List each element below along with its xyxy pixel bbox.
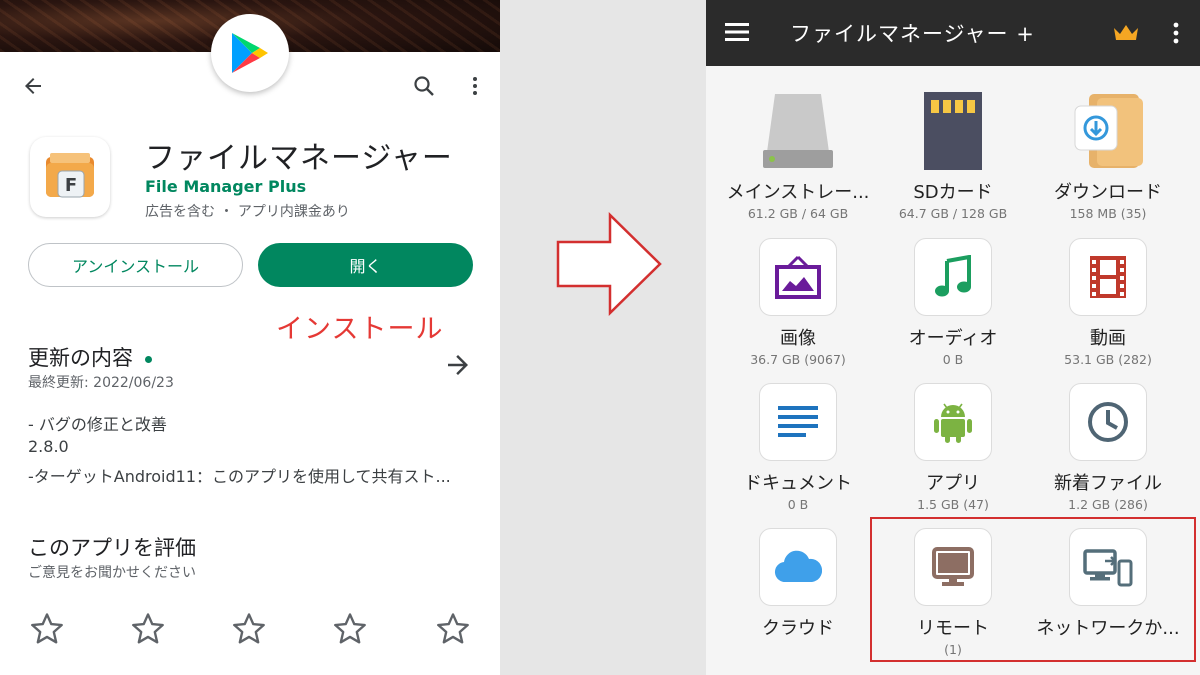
grid-item-recent[interactable]: 新着ファイル 1.2 GB (286) bbox=[1030, 383, 1186, 523]
arrow-right-icon[interactable] bbox=[443, 350, 473, 380]
app-meta: 広告を含む ・ アプリ内課金あり bbox=[145, 204, 350, 220]
google-play-logo-icon bbox=[211, 14, 289, 92]
last-updated: 最終更新: 2022/06/23 bbox=[28, 375, 174, 391]
item-sub: 158 MB (35) bbox=[1069, 206, 1147, 221]
file-manager-panel: ファイルマネージャー + メインストレー... 61.2 GB / 64 GB … bbox=[706, 0, 1200, 675]
play-store-panel: F ファイルマネージャー File Manager Plus 広告を含む ・ ア… bbox=[0, 0, 500, 675]
item-label: ドキュメント bbox=[744, 473, 852, 494]
app-bar: ファイルマネージャー + bbox=[706, 0, 1200, 66]
back-arrow-icon[interactable] bbox=[13, 66, 53, 106]
uninstall-button[interactable]: アンインストール bbox=[28, 243, 243, 287]
transition-arrow-icon bbox=[555, 212, 665, 317]
whats-new-title: 更新の内容 bbox=[28, 346, 133, 370]
item-sub: 61.2 GB / 64 GB bbox=[747, 206, 849, 221]
video-icon bbox=[1069, 238, 1147, 316]
release-note-line: - バグの修正と改善 bbox=[28, 415, 167, 434]
star-icon[interactable] bbox=[28, 610, 66, 648]
grid-item-videos[interactable]: 動画 53.1 GB (282) bbox=[1030, 238, 1186, 378]
crown-icon[interactable] bbox=[1112, 22, 1140, 46]
sd-card-icon bbox=[914, 92, 992, 170]
svg-text:F: F bbox=[65, 175, 77, 196]
document-icon bbox=[759, 383, 837, 461]
developer-link[interactable]: File Manager Plus bbox=[145, 177, 306, 196]
item-label: メインストレー... bbox=[726, 182, 870, 203]
image-icon bbox=[759, 238, 837, 316]
rate-app-subtitle: ご意見をお聞かせください bbox=[28, 565, 196, 581]
item-sub: 36.7 GB (9067) bbox=[750, 352, 846, 367]
grid-item-images[interactable]: 画像 36.7 GB (9067) bbox=[720, 238, 876, 378]
item-label: 画像 bbox=[780, 328, 816, 349]
whats-new-heading[interactable]: 更新の内容 bbox=[28, 342, 152, 372]
app-icon: F bbox=[30, 137, 110, 217]
star-icon[interactable] bbox=[230, 610, 268, 648]
clock-icon bbox=[1069, 383, 1147, 461]
item-sub: 64.7 GB / 128 GB bbox=[898, 206, 1008, 221]
item-sub: 1.5 GB (47) bbox=[917, 497, 989, 512]
item-label: クラウド bbox=[762, 618, 834, 639]
item-label: SDカード bbox=[913, 182, 993, 203]
grid-item-cloud[interactable]: クラウド bbox=[720, 528, 876, 668]
star-icon[interactable] bbox=[129, 610, 167, 648]
grid-item-main-storage[interactable]: メインストレー... 61.2 GB / 64 GB bbox=[720, 92, 876, 232]
more-options-icon[interactable] bbox=[455, 66, 495, 106]
release-note-line: -ターゲットAndroid11：このアプリを使用して共有スト... bbox=[28, 467, 451, 486]
grid-item-download[interactable]: ダウンロード 158 MB (35) bbox=[1030, 92, 1186, 232]
cloud-icon bbox=[759, 528, 837, 606]
item-sub: 53.1 GB (282) bbox=[1064, 352, 1152, 367]
android-icon bbox=[914, 383, 992, 461]
item-label: ダウンロード bbox=[1054, 182, 1162, 203]
open-button[interactable]: 開く bbox=[258, 243, 473, 287]
install-annotation: インストール bbox=[276, 314, 444, 345]
item-sub: 0 B bbox=[787, 497, 809, 512]
item-sub: 1.2 GB (286) bbox=[1068, 497, 1148, 512]
item-label: 新着ファイル bbox=[1054, 473, 1162, 494]
rate-app-title: このアプリを評価 bbox=[28, 536, 196, 560]
grid-item-audio[interactable]: オーディオ 0 B bbox=[875, 238, 1031, 378]
release-note-line: 2.8.0 bbox=[28, 437, 69, 456]
grid-item-sd-card[interactable]: SDカード 64.7 GB / 128 GB bbox=[875, 92, 1031, 232]
storage-icon bbox=[759, 92, 837, 170]
audio-icon bbox=[914, 238, 992, 316]
more-options-icon[interactable] bbox=[1166, 21, 1186, 49]
download-folder-icon bbox=[1069, 92, 1147, 170]
item-label: アプリ bbox=[926, 473, 980, 494]
app-title: ファイルマネージャー bbox=[145, 141, 453, 176]
item-label: 動画 bbox=[1090, 328, 1126, 349]
search-icon[interactable] bbox=[404, 66, 444, 106]
star-icon[interactable] bbox=[331, 610, 369, 648]
highlight-box bbox=[870, 517, 1196, 662]
menu-icon[interactable] bbox=[724, 20, 750, 48]
star-icon[interactable] bbox=[434, 610, 472, 648]
item-label: オーディオ bbox=[908, 328, 998, 349]
grid-item-documents[interactable]: ドキュメント 0 B bbox=[720, 383, 876, 523]
grid-item-apps[interactable]: アプリ 1.5 GB (47) bbox=[875, 383, 1031, 523]
app-bar-title: ファイルマネージャー + bbox=[790, 22, 1035, 46]
new-indicator-dot bbox=[145, 355, 152, 363]
item-sub: 0 B bbox=[942, 352, 964, 367]
